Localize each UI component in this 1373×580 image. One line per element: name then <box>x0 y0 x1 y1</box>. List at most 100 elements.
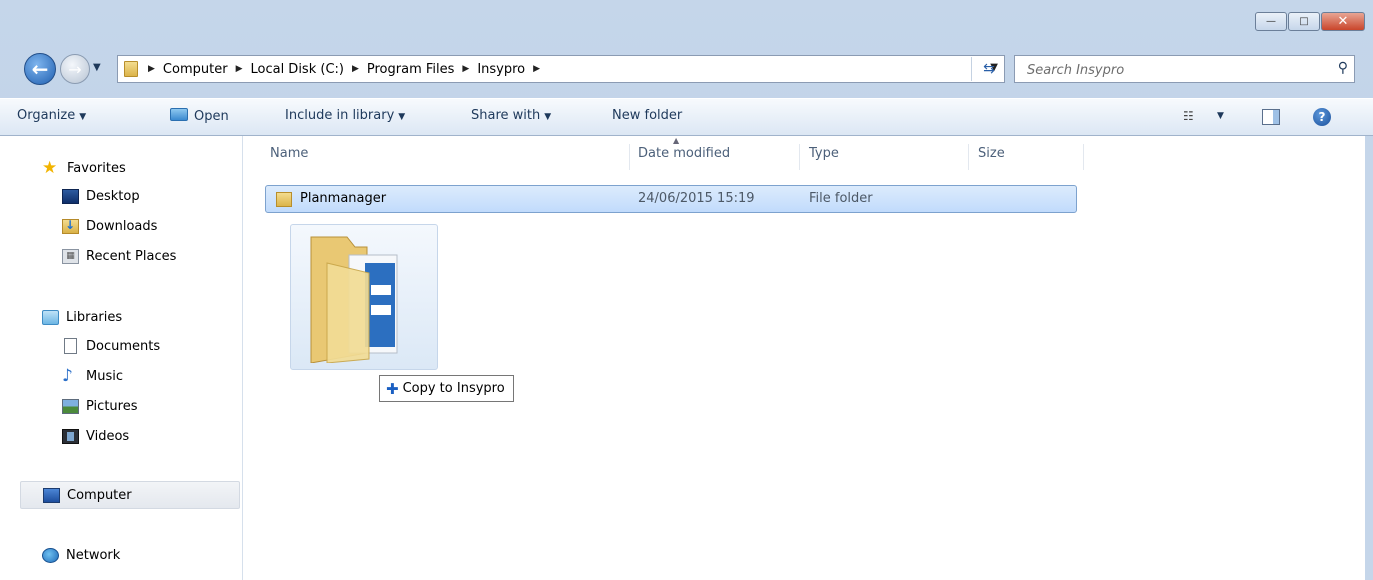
table-row[interactable]: Planmanager 24/06/2015 15:19 File folder <box>265 185 1077 213</box>
recent-places-icon: ▦ <box>62 248 79 264</box>
column-divider[interactable] <box>1083 144 1084 170</box>
sidebar-item-music[interactable]: ♪ Music <box>62 365 123 387</box>
libraries-icon <box>42 309 59 325</box>
breadcrumb-program-files[interactable]: Program Files <box>367 62 455 77</box>
drag-drop-tooltip: ✚ Copy to Insypro <box>379 375 514 402</box>
column-divider[interactable] <box>799 144 800 170</box>
chevron-down-icon: ▼ <box>79 112 87 122</box>
breadcrumb-chevron-icon[interactable]: ▶ <box>236 64 243 74</box>
column-header-size[interactable]: Size <box>978 146 1005 161</box>
open-folder-icon <box>170 108 188 121</box>
new-folder-button[interactable]: New folder <box>612 108 682 123</box>
sidebar-item-downloads[interactable]: Downloads <box>62 215 157 237</box>
address-bar[interactable]: ▶ Computer ▶ Local Disk (C:) ▶ Program F… <box>117 55 1005 83</box>
breadcrumb-chevron-icon[interactable]: ▶ <box>533 64 540 74</box>
preview-pane-icon[interactable] <box>1262 109 1280 125</box>
sidebar-item-recent-places[interactable]: ▦ Recent Places <box>62 245 176 267</box>
column-header-type[interactable]: Type <box>809 146 839 161</box>
organize-button[interactable]: Organize ▼ <box>17 108 86 123</box>
search-box: ⚲ <box>1014 55 1355 83</box>
plus-icon: ✚ <box>386 379 399 398</box>
drag-preview <box>290 224 438 370</box>
breadcrumb-chevron-icon[interactable]: ▶ <box>462 64 469 74</box>
folder-icon <box>124 61 138 77</box>
sidebar-item-documents[interactable]: Documents <box>62 335 160 357</box>
chevron-down-icon: ▼ <box>93 62 101 73</box>
desktop-icon <box>62 188 79 204</box>
sidebar-item-label: Libraries <box>66 309 123 325</box>
sidebar-item-network[interactable]: Network <box>42 544 120 566</box>
refresh-button[interactable]: ⇆ <box>971 57 1006 81</box>
drag-tooltip-label: Copy to Insypro <box>402 381 505 396</box>
column-header-date-modified[interactable]: Date modified <box>638 146 730 161</box>
change-view-icon[interactable]: ☷ <box>1183 109 1194 123</box>
window-controls: — □ ✕ <box>1254 12 1365 31</box>
breadcrumb-local-disk[interactable]: Local Disk (C:) <box>250 62 343 77</box>
breadcrumb-insypro[interactable]: Insypro <box>477 62 525 77</box>
sidebar-item-computer[interactable]: Computer <box>20 481 240 509</box>
forward-arrow-icon: → <box>68 59 82 79</box>
breadcrumb-chevron-icon[interactable]: ▶ <box>148 64 155 74</box>
computer-icon <box>43 487 60 503</box>
sidebar-item-label: Network <box>66 547 121 563</box>
open-label: Open <box>194 109 229 124</box>
row-date-modified: 24/06/2015 15:19 <box>638 191 755 206</box>
sidebar-item-favorites[interactable]: ★ Favorites <box>42 157 126 179</box>
network-icon <box>42 547 59 563</box>
sidebar-item-label: Desktop <box>86 188 140 204</box>
sidebar-item-libraries[interactable]: Libraries <box>42 306 122 328</box>
sort-ascending-icon: ▲ <box>673 136 680 145</box>
include-label: Include in library <box>285 108 395 123</box>
help-icon[interactable]: ? <box>1313 108 1331 126</box>
refresh-icon: ⇆ <box>983 61 995 77</box>
explorer-window: — □ ✕ ← → ▼ ▶ Computer ▶ Local Disk (C:)… <box>0 0 1373 580</box>
sidebar-item-label: Videos <box>86 428 130 444</box>
downloads-icon <box>62 218 79 234</box>
share-with-button[interactable]: Share with ▼ <box>471 108 551 123</box>
forward-button[interactable]: → <box>60 54 90 84</box>
column-header-name[interactable]: Name <box>270 146 308 161</box>
pictures-icon <box>62 398 79 414</box>
open-button[interactable]: Open <box>170 108 229 124</box>
sidebar-item-label: Pictures <box>86 398 138 414</box>
star-icon: ★ <box>42 157 58 178</box>
navigation-pane: ★ Favorites Desktop Downloads ▦ Recent P… <box>0 136 243 580</box>
command-bar: Organize ▼ Open Include in library ▼ Share… <box>0 98 1373 136</box>
recent-pages-dropdown[interactable]: ▼ <box>93 62 101 73</box>
breadcrumb-computer[interactable]: Computer <box>163 62 228 77</box>
sidebar-item-videos[interactable]: Videos <box>62 425 129 447</box>
back-arrow-icon: ← <box>31 57 49 81</box>
share-label: Share with <box>471 108 541 123</box>
documents-icon <box>64 338 77 354</box>
chevron-down-icon: ▼ <box>398 112 406 122</box>
new-folder-label: New folder <box>612 108 683 123</box>
minimize-button[interactable]: — <box>1255 12 1287 31</box>
chevron-down-icon: ▼ <box>544 112 552 122</box>
column-divider[interactable] <box>968 144 969 170</box>
window-border-right <box>1365 136 1373 580</box>
folder-icon <box>276 192 292 207</box>
row-type: File folder <box>809 191 873 206</box>
sidebar-item-label: Recent Places <box>86 248 177 264</box>
back-button[interactable]: ← <box>24 53 56 85</box>
sidebar-item-label: Documents <box>86 338 161 354</box>
title-bar: — □ ✕ <box>0 0 1373 50</box>
sidebar-item-label: Favorites <box>67 160 126 176</box>
column-divider[interactable] <box>629 144 630 170</box>
chevron-down-icon[interactable]: ▼ <box>1217 111 1224 121</box>
sidebar-item-label: Computer <box>67 487 132 503</box>
sidebar-item-pictures[interactable]: Pictures <box>62 395 137 417</box>
search-icon[interactable]: ⚲ <box>1338 60 1348 76</box>
organize-label: Organize <box>17 108 76 123</box>
search-input[interactable] <box>1025 57 1319 83</box>
include-in-library-button[interactable]: Include in library ▼ <box>285 108 405 123</box>
close-button[interactable]: ✕ <box>1321 12 1365 31</box>
sidebar-item-label: Downloads <box>86 218 158 234</box>
music-icon: ♪ <box>62 365 73 386</box>
breadcrumb-chevron-icon[interactable]: ▶ <box>352 64 359 74</box>
sidebar-item-desktop[interactable]: Desktop <box>62 185 140 207</box>
large-folder-icon <box>310 236 398 363</box>
maximize-button[interactable]: □ <box>1288 12 1320 31</box>
sidebar-item-label: Music <box>86 368 123 384</box>
videos-icon <box>62 428 79 444</box>
